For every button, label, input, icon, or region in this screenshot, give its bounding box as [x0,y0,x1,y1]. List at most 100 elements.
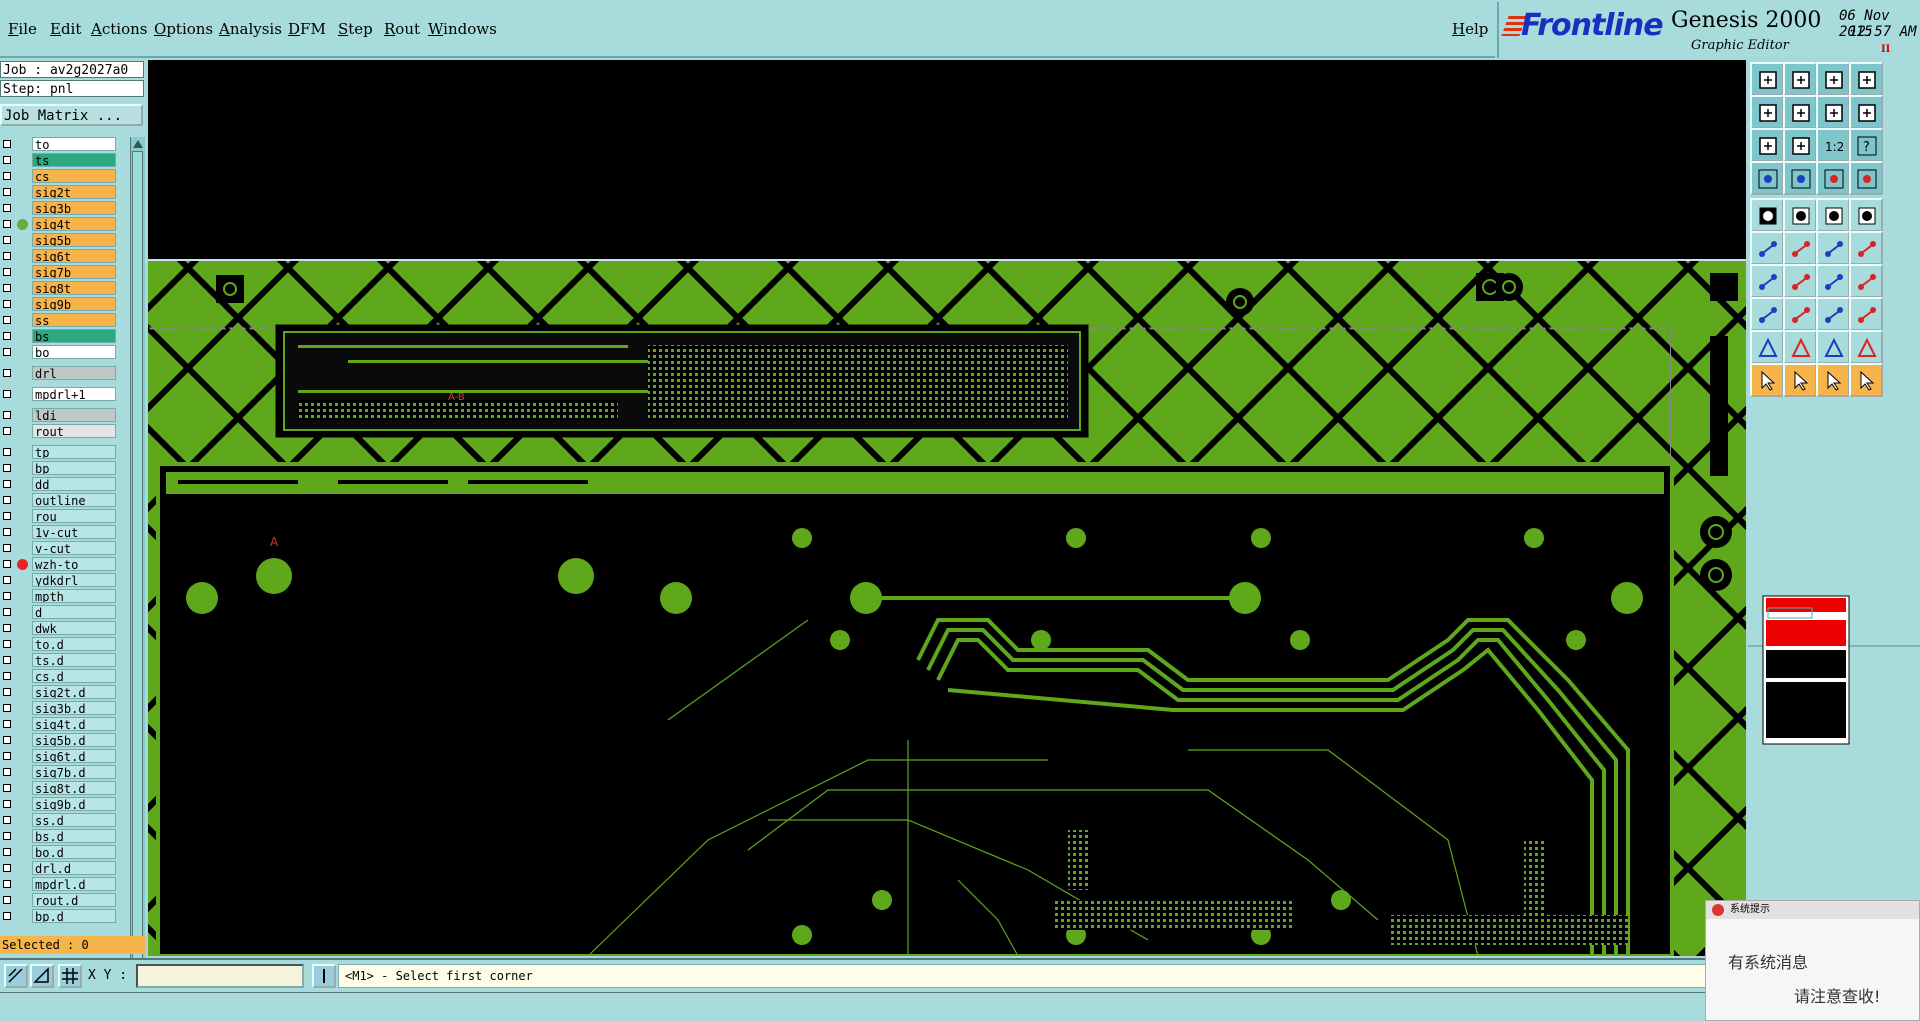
layer-name[interactable]: to.d [32,637,116,651]
snap-tool-button[interactable] [1750,297,1784,331]
layer-checkbox[interactable] [3,720,11,728]
layer-checkbox[interactable] [3,390,11,398]
move-down-button[interactable] [1783,62,1817,96]
layer-checkbox[interactable] [3,188,11,196]
window-button[interactable] [1849,62,1883,96]
scroll-thumb[interactable] [132,151,143,971]
layer-row[interactable]: mpdrl.d [0,877,118,892]
layer-name[interactable]: sig9b.d [32,797,116,811]
job-matrix-button[interactable]: Job Matrix ... [0,104,143,126]
layer-name[interactable]: mpdrl+1 [32,387,116,401]
pause-indicator[interactable]: II [1881,44,1890,55]
layer-row[interactable]: sig8t [0,281,118,296]
layer-checkbox[interactable] [3,204,11,212]
grid-tool-button[interactable] [1783,161,1817,195]
layer-checkbox[interactable] [3,832,11,840]
layer-name[interactable]: rout [32,424,116,438]
layer-name[interactable]: rou [32,509,116,523]
pointer-button[interactable] [1750,363,1784,397]
layer-checkbox[interactable] [3,156,11,164]
layer-row[interactable]: sig7b.d [0,765,118,780]
layer-checkbox[interactable] [3,848,11,856]
connect-button[interactable] [1816,231,1850,265]
layer-name[interactable]: tp [32,445,116,459]
layer-row[interactable]: ts.d [0,653,118,668]
layer-row[interactable]: cs [0,169,118,184]
layer-name[interactable]: sig7b.d [32,765,116,779]
layer-row[interactable]: v-cut [0,541,118,556]
layer-name[interactable]: wzh-to [32,557,116,571]
menu-analysis[interactable]: Analysis [219,20,282,38]
layer-name[interactable]: rout.d [32,893,116,907]
layer-checkbox[interactable] [3,316,11,324]
layer-name[interactable]: bo.d [32,845,116,859]
layer-row[interactable]: sig9b.d [0,797,118,812]
layer-name[interactable]: cs.d [32,669,116,683]
layer-checkbox[interactable] [3,464,11,472]
layer-row[interactable]: tp [0,445,118,460]
layer-checkbox[interactable] [3,284,11,292]
layer-checkbox[interactable] [3,784,11,792]
layer-name[interactable]: sig4t.d [32,717,116,731]
layer-checkbox[interactable] [3,800,11,808]
layer-row[interactable]: sig5b [0,233,118,248]
layer-stack-button[interactable] [1816,161,1850,195]
layer-name[interactable]: bo [32,345,116,359]
layer-checkbox[interactable] [3,300,11,308]
layer-checkbox[interactable] [3,528,11,536]
menu-file[interactable]: File [8,20,37,38]
layer-row[interactable]: sig2t.d [0,685,118,700]
layer-name[interactable]: ss.d [32,813,116,827]
layer-name[interactable]: sig5b [32,233,116,247]
layer-row[interactable]: sig7b [0,265,118,280]
layer-checkbox[interactable] [3,640,11,648]
layer-checkbox[interactable] [3,608,11,616]
layer-checkbox[interactable] [3,752,11,760]
snap-mode-button[interactable] [4,964,28,988]
layer-name[interactable]: cs [32,169,116,183]
group-button[interactable] [1849,297,1883,331]
menu-windows[interactable]: Windows [428,20,497,38]
layer-checkbox[interactable] [3,768,11,776]
layer-scrollbar[interactable] [130,137,145,989]
rotate-button[interactable] [1816,264,1850,298]
layer-checkbox[interactable] [3,880,11,888]
layer-row[interactable]: sig2t [0,185,118,200]
home-button[interactable] [1816,62,1850,96]
layer-row[interactable]: sig6t [0,249,118,264]
layer-row[interactable]: rout.d [0,893,118,908]
lasso-button[interactable] [1816,363,1850,397]
layer-row[interactable]: ss.d [0,813,118,828]
layer-row[interactable]: ss [0,313,118,328]
layer-name[interactable]: ydkdrl [32,573,116,587]
layer-name[interactable]: sig6t.d [32,749,116,763]
layer-name[interactable]: mpdrl.d [32,877,116,891]
layer-checkbox[interactable] [3,560,11,568]
layer-checkbox[interactable] [3,576,11,584]
layer-name[interactable]: sig4t [32,217,116,231]
layer-name[interactable]: sig3b.d [32,701,116,715]
layer-name[interactable]: sig7b [32,265,116,279]
layer-row[interactable]: bp [0,461,118,476]
layer-name[interactable]: ts.d [32,653,116,667]
layer-name[interactable]: ts [32,153,116,167]
layer-checkbox[interactable] [3,736,11,744]
layer-checkbox[interactable] [3,704,11,712]
layer-row[interactable]: rout [0,424,118,439]
layer-checkbox[interactable] [3,268,11,276]
layer-checkbox[interactable] [3,480,11,488]
break-button[interactable] [1849,231,1883,265]
layer-row[interactable]: mpth [0,589,118,604]
cut-button[interactable] [1783,297,1817,331]
layer-checkbox[interactable] [3,369,11,377]
layer-row[interactable]: cs.d [0,669,118,684]
fit-button[interactable] [1750,128,1784,162]
layer-name[interactable]: mpth [32,589,116,603]
flip-button[interactable] [1816,95,1850,129]
layer-name[interactable]: to [32,137,116,151]
xy-input[interactable] [136,964,304,988]
move-up-button[interactable] [1750,62,1784,96]
layer-checkbox[interactable] [3,172,11,180]
grid-button[interactable] [58,964,82,988]
layer-row[interactable]: wzh-to [0,557,118,572]
